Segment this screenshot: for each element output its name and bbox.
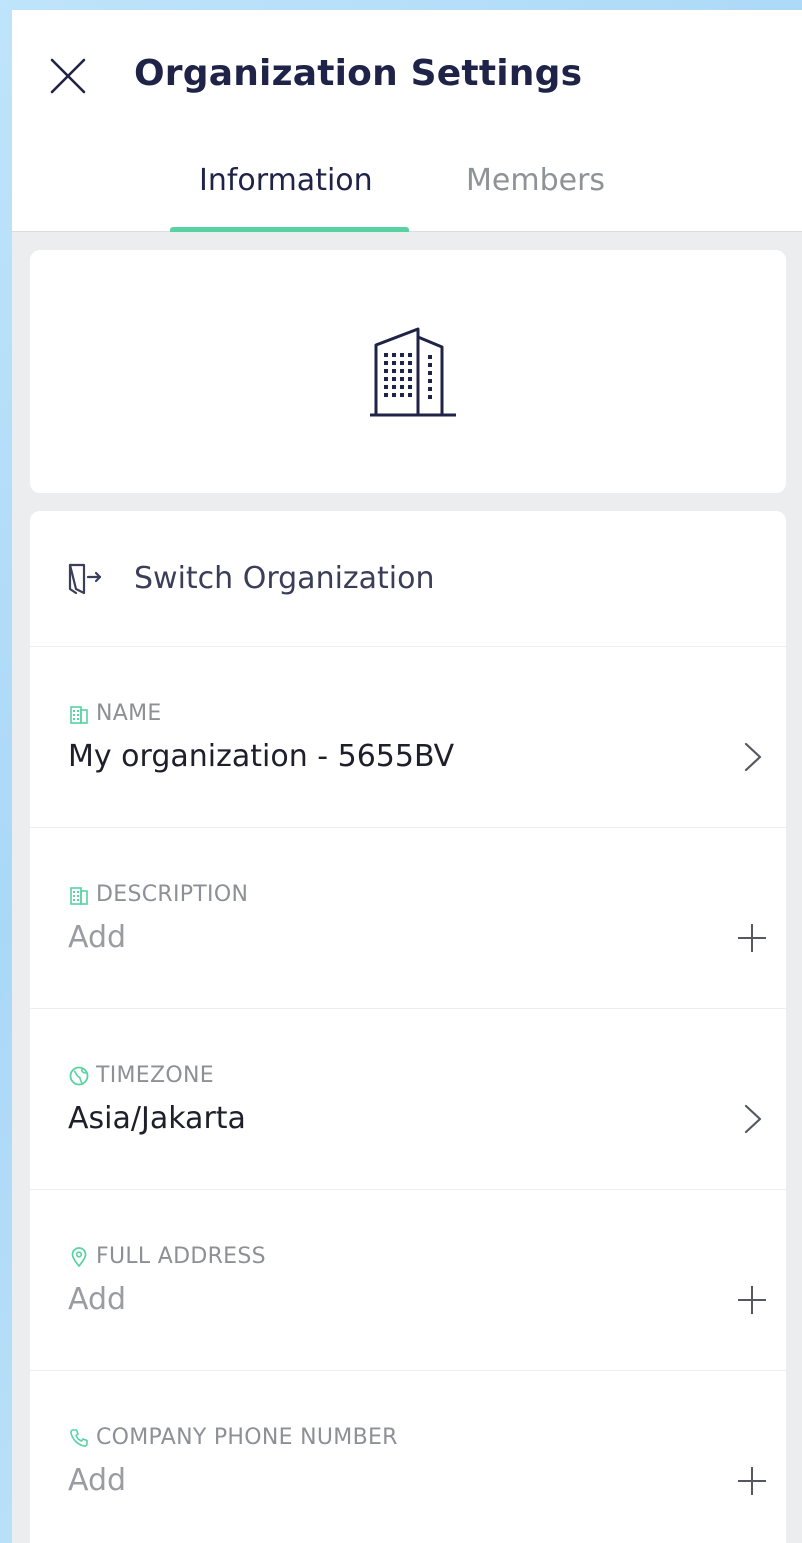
field-phone-add[interactable]: [732, 1461, 772, 1501]
plus-icon: [738, 1467, 766, 1495]
organization-logo-card[interactable]: [30, 250, 786, 493]
organization-info-list: Switch Organization NAME My organization…: [30, 511, 786, 1543]
building-icon: [370, 327, 456, 417]
field-full-address[interactable]: FULL ADDRESS Add: [30, 1190, 786, 1371]
active-tab-indicator: [170, 227, 409, 232]
field-description-add[interactable]: [732, 918, 772, 958]
building-icon: [68, 703, 90, 725]
settings-screen: Organization Settings Information Member…: [12, 10, 802, 1543]
header: Organization Settings Information Member…: [12, 10, 802, 232]
location-pin-icon: [68, 1246, 90, 1268]
plus-icon: [738, 924, 766, 952]
field-phone-value: Add: [68, 1463, 127, 1498]
field-description-label-wrap: DESCRIPTION: [68, 882, 248, 907]
field-phone-label: COMPANY PHONE NUMBER: [96, 1425, 398, 1450]
switch-organization-label: Switch Organization: [134, 561, 435, 596]
field-phone-label-wrap: COMPANY PHONE NUMBER: [68, 1425, 398, 1450]
field-address-label: FULL ADDRESS: [96, 1244, 266, 1269]
field-address-add[interactable]: [732, 1280, 772, 1320]
switch-organization-button[interactable]: Switch Organization: [30, 511, 786, 647]
field-description-value: Add: [68, 920, 127, 955]
page-title: Organization Settings: [134, 53, 583, 94]
field-name-action[interactable]: [732, 737, 772, 777]
field-timezone-value: Asia/Jakarta: [68, 1101, 246, 1136]
field-timezone[interactable]: TIMEZONE Asia/Jakarta: [30, 1009, 786, 1190]
field-description-label: DESCRIPTION: [96, 882, 249, 907]
field-name-value: My organization - 5655BV: [68, 739, 455, 774]
field-name-label: NAME: [96, 701, 162, 726]
field-name[interactable]: NAME My organization - 5655BV: [30, 647, 786, 828]
field-description[interactable]: DESCRIPTION Add: [30, 828, 786, 1009]
tab-members[interactable]: Members: [466, 163, 605, 199]
field-address-label-wrap: FULL ADDRESS: [68, 1244, 266, 1269]
switch-door-icon: [68, 563, 102, 595]
field-address-value: Add: [68, 1282, 127, 1317]
globe-icon: [68, 1065, 90, 1087]
close-button[interactable]: [46, 54, 90, 98]
field-timezone-label-wrap: TIMEZONE: [68, 1063, 214, 1088]
field-name-label-wrap: NAME: [68, 701, 162, 726]
phone-icon: [68, 1427, 90, 1449]
chevron-right-icon: [744, 742, 762, 772]
tab-information[interactable]: Information: [199, 163, 373, 199]
chevron-right-icon: [744, 1104, 762, 1134]
plus-icon: [738, 1286, 766, 1314]
field-timezone-action[interactable]: [732, 1099, 772, 1139]
close-icon: [50, 58, 86, 94]
building-icon: [68, 884, 90, 906]
field-timezone-label: TIMEZONE: [96, 1063, 214, 1088]
field-company-phone[interactable]: COMPANY PHONE NUMBER Add: [30, 1371, 786, 1543]
